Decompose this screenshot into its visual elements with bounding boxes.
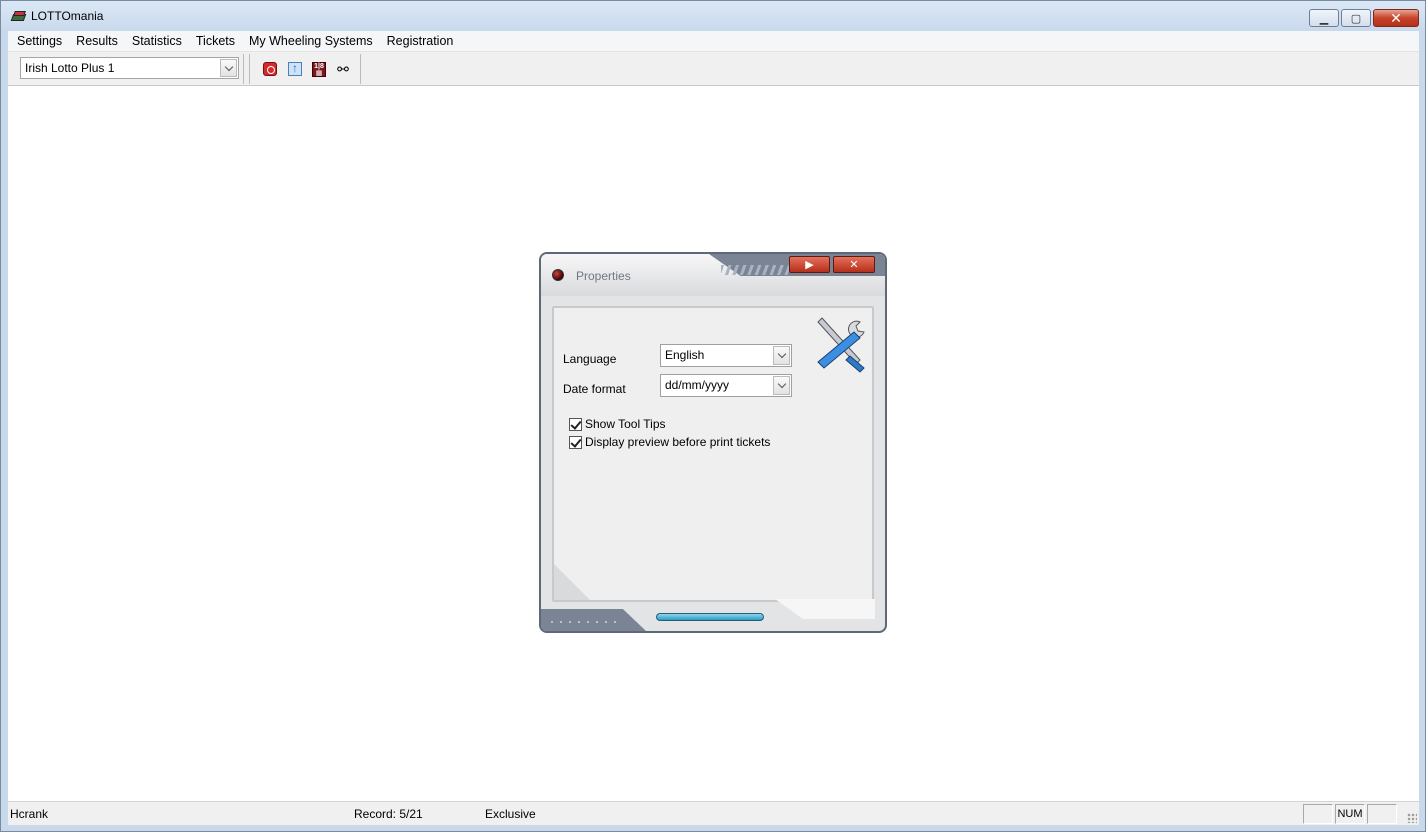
dialog-footer-decoration [541,609,646,631]
window-controls: ▁ ▢ ✕ [1309,9,1419,27]
toolbar-buttons: 1|8▦ ⚯ [249,54,361,84]
date-format-select[interactable]: dd/mm/yyyy [660,374,792,397]
language-select[interactable]: English [660,344,792,367]
menu-settings[interactable]: Settings [10,31,69,52]
status-pane-caps [1303,804,1333,824]
power-icon [263,62,277,76]
status-user: Hcrank [10,807,49,821]
game-select-group: Irish Lotto Plus 1 [12,54,244,84]
status-mode: Exclusive [485,807,536,821]
toolbar: Irish Lotto Plus 1 1|8▦ ⚯ [8,52,1419,86]
menu-bar: Settings Results Statistics Tickets My W… [8,31,1419,52]
status-bar: Hcrank Record: 5/21 Exclusive NUM [8,801,1419,825]
display-preview-label: Display preview before print tickets [585,435,771,449]
minimize-button[interactable]: ▁ [1309,9,1339,27]
status-pane-scroll [1367,804,1397,824]
chevron-down-icon [777,349,786,359]
search-button[interactable]: ⚯ [334,60,352,78]
calculator-icon: 1|8 ▦ [312,61,326,77]
game-select[interactable]: Irish Lotto Plus 1 [20,57,239,79]
checkbox-checked-icon[interactable] [569,435,582,449]
import-button[interactable] [286,60,304,78]
date-format-dropdown-button[interactable] [773,376,790,395]
chevron-down-icon [224,62,233,71]
power-button[interactable] [261,60,279,78]
dialog-status-icon [552,269,564,281]
menu-registration[interactable]: Registration [380,31,461,52]
status-record: Record: 5/21 [354,807,423,821]
dialog-next-button[interactable]: ▶ [789,256,830,273]
close-button[interactable]: ✕ [1373,9,1419,27]
display-preview-checkbox[interactable]: Display preview before print tickets [569,435,770,449]
menu-results[interactable]: Results [69,31,125,52]
show-tooltips-checkbox[interactable]: Show Tool Tips [569,417,666,431]
minimize-icon: ▁ [1319,12,1329,25]
maximize-button[interactable]: ▢ [1341,9,1371,27]
language-value: English [665,348,705,362]
game-select-dropdown-button[interactable] [220,59,237,77]
properties-dialog: Properties ▶ ✕ Language English Date for… [539,252,887,633]
menu-tickets[interactable]: Tickets [189,31,242,52]
dialog-title: Properties [576,269,631,283]
status-pane-num: NUM [1335,804,1365,824]
window-title: LOTTOmania [31,9,104,23]
close-icon: ✕ [849,259,859,271]
dialog-progress-bar [656,613,764,621]
dialog-title-bar[interactable]: Properties ▶ ✕ [541,254,885,296]
chevron-down-icon [777,379,786,389]
resize-grip-icon[interactable] [1407,813,1417,823]
menu-my-wheeling-systems[interactable]: My Wheeling Systems [242,31,380,52]
game-select-value: Irish Lotto Plus 1 [25,61,115,75]
checkbox-checked-icon[interactable] [569,417,582,431]
menu-statistics[interactable]: Statistics [125,31,189,52]
dialog-close-button[interactable]: ✕ [833,256,875,273]
close-icon: ✕ [1390,9,1402,26]
show-tooltips-label: Show Tool Tips [585,417,666,431]
import-icon [288,61,302,76]
dialog-content-panel: Language English Date format dd/mm/yyyy … [552,306,874,602]
tools-icon [817,317,865,373]
play-icon: ▶ [805,259,814,271]
date-format-value: dd/mm/yyyy [665,378,730,392]
maximize-icon: ▢ [1350,12,1362,25]
language-label: Language [563,352,617,366]
calculator-button[interactable]: 1|8 ▦ [310,60,328,78]
language-dropdown-button[interactable] [773,346,790,365]
binoculars-icon: ⚯ [337,61,349,77]
app-logo-icon [10,9,27,23]
title-bar[interactable]: LOTTOmania ▁ ▢ ✕ [1,1,1425,31]
date-format-label: Date format [563,382,626,396]
